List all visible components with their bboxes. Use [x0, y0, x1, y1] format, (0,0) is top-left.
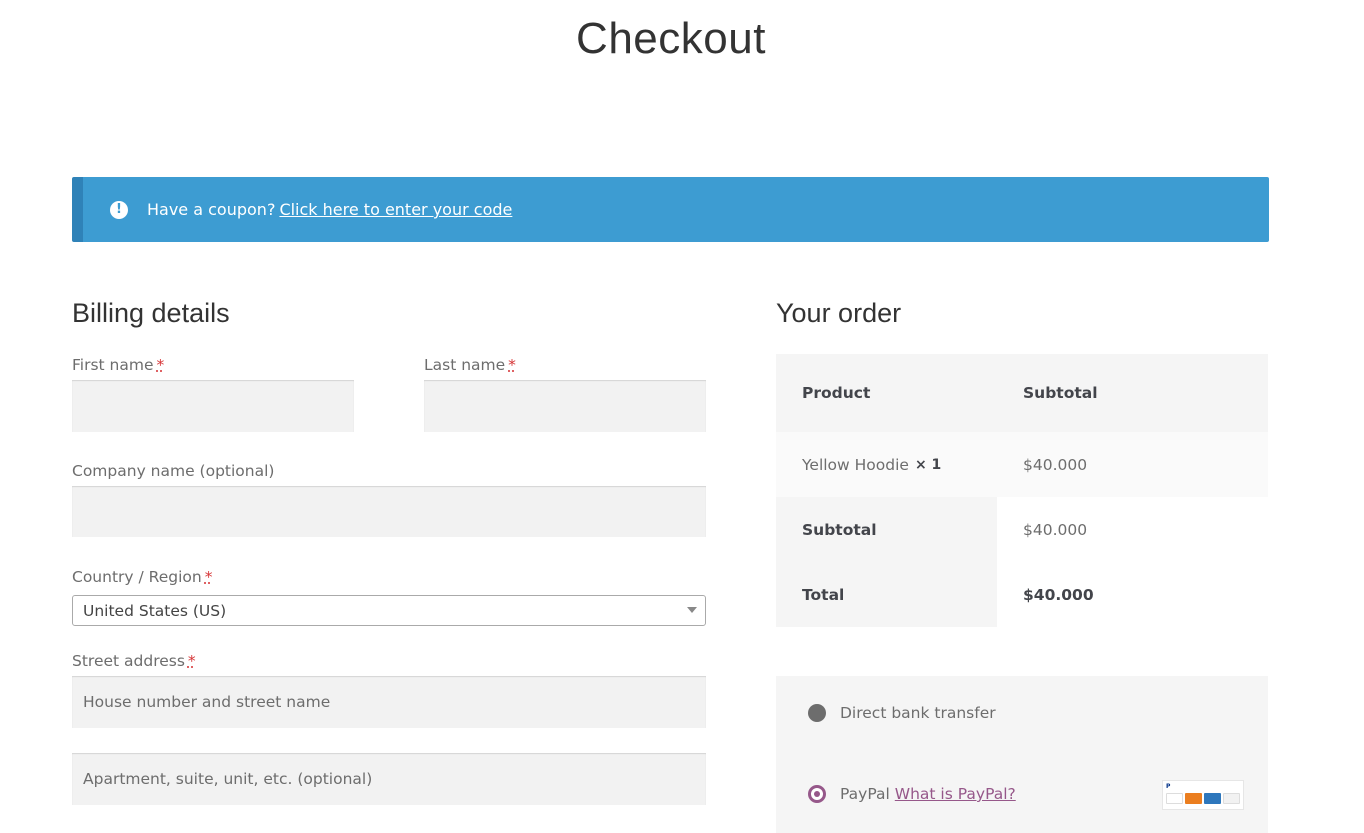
your-order-heading: Your order: [776, 298, 902, 328]
order-item-price: $40.000: [1023, 455, 1088, 474]
coupon-notice: ! Have a coupon? Click here to enter you…: [72, 177, 1269, 242]
street-address-label: Street address *: [72, 652, 196, 670]
amex-card-icon: [1204, 793, 1221, 804]
order-item-name-cell: Yellow Hoodie × 1: [776, 432, 997, 497]
street-address-line1-input[interactable]: [72, 676, 706, 728]
order-item-name: Yellow Hoodie: [802, 455, 909, 474]
product-column-header: Product: [802, 384, 871, 402]
total-label: Total: [776, 562, 997, 627]
mastercard-icon: [1185, 793, 1202, 804]
page-title: Checkout: [576, 14, 766, 63]
first-name-input[interactable]: [72, 380, 354, 432]
payment-option-paypal[interactable]: PayPal What is PayPal?: [808, 785, 1016, 803]
required-marker: *: [187, 652, 196, 670]
first-name-label: First name *: [72, 356, 165, 374]
radio-unselected[interactable]: [808, 704, 826, 722]
street-address-line2-input[interactable]: [72, 753, 706, 805]
table-row: Yellow Hoodie × 1 $40.000: [776, 432, 1268, 497]
credit-cards-icon: P: [1162, 780, 1244, 810]
order-review-table: Product Subtotal Yellow Hoodie × 1 $40.0…: [776, 354, 1268, 627]
chevron-down-icon: [687, 607, 697, 613]
country-select[interactable]: United States (US): [72, 595, 706, 626]
subtotal-column-header: Subtotal: [1023, 384, 1098, 402]
enter-coupon-link[interactable]: Click here to enter your code: [279, 200, 512, 219]
table-header-row: Product Subtotal: [776, 354, 1268, 432]
total-row: Total $40.000: [776, 562, 1268, 627]
discover-card-icon: [1223, 793, 1240, 804]
bank-transfer-label: Direct bank transfer: [840, 704, 996, 722]
radio-selected[interactable]: [808, 785, 826, 803]
required-marker: *: [156, 356, 165, 374]
payment-option-bank-transfer[interactable]: Direct bank transfer: [808, 704, 996, 722]
payment-methods: Direct bank transfer PayPal What is PayP…: [776, 676, 1268, 833]
subtotal-label: Subtotal: [776, 497, 997, 562]
last-name-label: Last name *: [424, 356, 516, 374]
company-name-input[interactable]: [72, 486, 706, 537]
required-marker: *: [204, 568, 213, 586]
required-marker: *: [508, 356, 516, 374]
paypal-label: PayPal: [840, 785, 890, 803]
order-item-qty: × 1: [914, 456, 942, 473]
last-name-input[interactable]: [424, 380, 706, 432]
company-name-label: Company name (optional): [72, 462, 275, 480]
total-value: $40.000: [1023, 585, 1094, 604]
checkout-page: Checkout ! Have a coupon? Click here to …: [0, 0, 1364, 833]
info-icon: !: [110, 200, 128, 219]
country-select-value: United States (US): [83, 601, 227, 620]
what-is-paypal-link[interactable]: What is PayPal?: [895, 785, 1016, 803]
country-label: Country / Region *: [72, 568, 213, 586]
billing-details-heading: Billing details: [72, 298, 230, 328]
subtotal-value: $40.000: [1023, 520, 1088, 539]
subtotal-row: Subtotal $40.000: [776, 497, 1268, 562]
visa-card-icon: [1166, 793, 1183, 804]
coupon-notice-text: Have a coupon?: [147, 200, 276, 219]
paypal-logo-icon: P: [1166, 783, 1171, 790]
